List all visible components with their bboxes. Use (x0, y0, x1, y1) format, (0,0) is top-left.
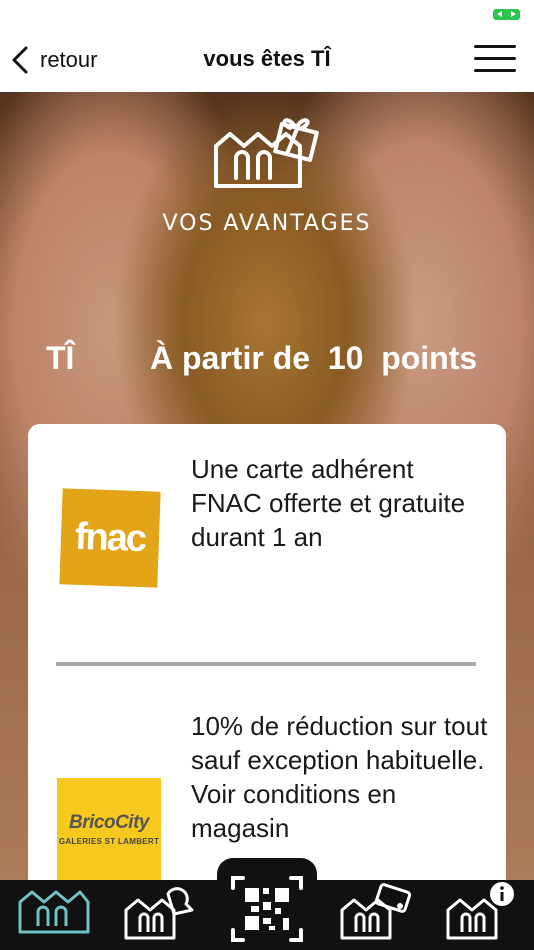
hero-banner: VOS AVANTAGES TÎ À partir de 10 points f… (0, 92, 534, 880)
tier-threshold: À partir de 10 points (150, 340, 478, 376)
hamburger-menu-button[interactable] (474, 42, 518, 76)
battery-icon (493, 9, 520, 20)
offer-description: 10% de réduction sur tout sauf exception… (191, 711, 488, 843)
bricocity-logo-subtitle: GALERIES ST LAMBERT (58, 837, 160, 846)
menu-line-icon (474, 45, 516, 48)
chevron-left-icon (12, 46, 28, 74)
tab-info[interactable] (440, 880, 524, 950)
menu-line-icon (474, 69, 516, 72)
house-gift-icon (214, 118, 319, 188)
tab-home[interactable] (12, 880, 96, 950)
offer-description: Une carte adhérent FNAC offerte et gratu… (191, 454, 466, 552)
tab-notifications[interactable] (118, 880, 202, 950)
tier-header: TÎ À partir de 10 points (0, 340, 534, 384)
fnac-logo-text: fnac (74, 515, 146, 560)
tier-name: TÎ (46, 340, 75, 376)
house-card-icon (340, 883, 412, 940)
back-label: retour (40, 47, 98, 72)
house-info-icon (446, 882, 514, 940)
divider (56, 662, 476, 666)
house-bell-icon (124, 887, 194, 940)
fnac-logo: fnac (59, 488, 161, 588)
offers-card: fnac Une carte adhérent FNAC offerte et … (28, 424, 506, 880)
back-button[interactable]: retour (10, 42, 97, 78)
house-icon (18, 890, 90, 934)
bricocity-logo-text: BricoCity (69, 812, 149, 833)
tab-bar (0, 858, 534, 950)
avantages-title: VOS AVANTAGES (162, 211, 372, 236)
menu-line-icon (474, 57, 516, 60)
status-bar (0, 0, 534, 28)
bricocity-logo: BricoCity GALERIES ST LAMBERT (57, 778, 161, 880)
navigation-bar: retour vous êtes TÎ (0, 28, 534, 92)
tab-card[interactable] (334, 880, 418, 950)
scan-qr-button[interactable] (217, 858, 317, 950)
avantages-logo: VOS AVANTAGES (0, 106, 534, 236)
qr-code-icon (231, 876, 303, 942)
